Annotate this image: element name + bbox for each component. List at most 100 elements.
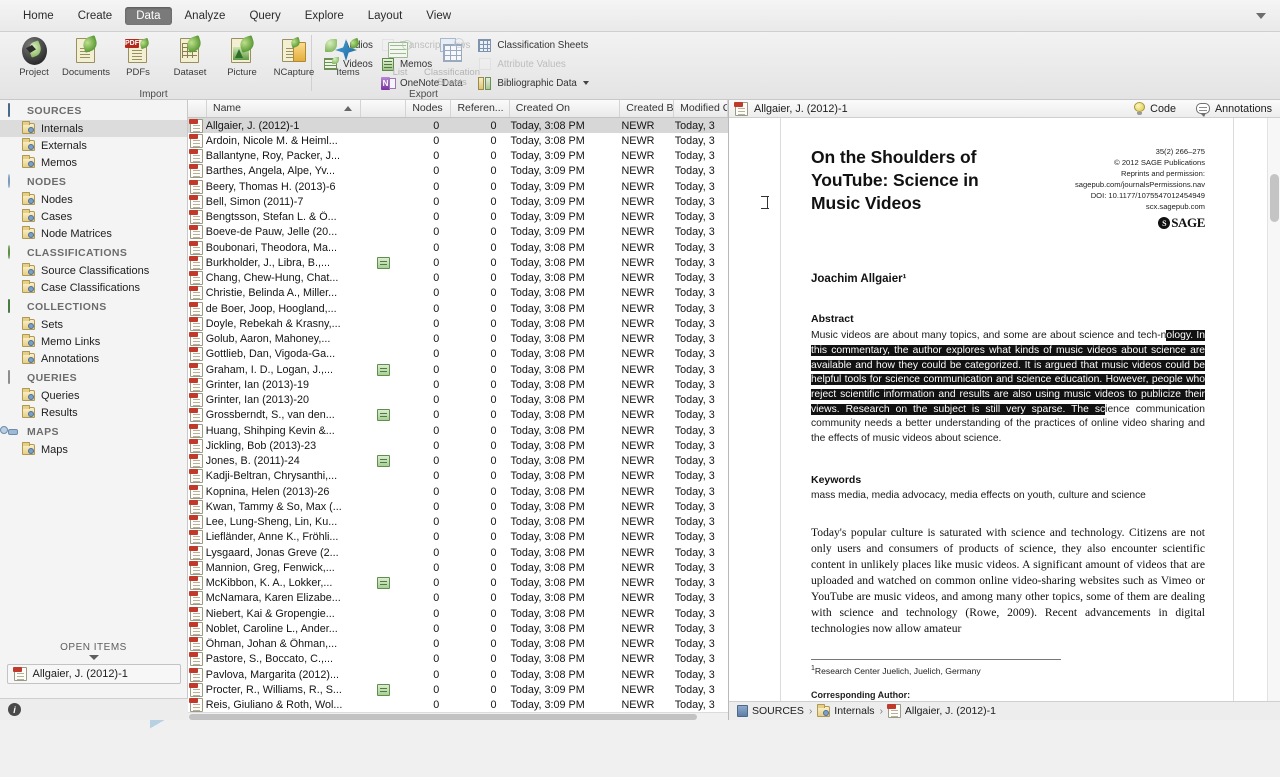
ncapture-button[interactable]: NCapture xyxy=(268,32,320,78)
ribbon-tab-layout[interactable]: Layout xyxy=(357,7,414,25)
sidebar-item-nodes[interactable]: Nodes xyxy=(0,191,187,208)
breadcrumb-item[interactable]: Internals xyxy=(817,703,875,717)
table-row[interactable]: Jickling, Bob (2013)-23 0 0 Today, 3:08 PM N… xyxy=(188,438,728,453)
nav-group-collections[interactable]: COLLECTIONS xyxy=(0,296,187,316)
ribbon-tab-query[interactable]: Query xyxy=(238,7,291,25)
dataset-button[interactable]: Dataset xyxy=(164,32,216,78)
column-header-created-by[interactable]: Created By xyxy=(620,100,675,117)
sidebar-item-annotations[interactable]: Annotations xyxy=(0,350,187,367)
info-icon[interactable]: i xyxy=(8,703,21,716)
table-row[interactable]: de Boer, Joop, Hoogland,... 0 0 Today, 3:08… xyxy=(188,301,728,316)
table-row[interactable]: Niebert, Kai & Gropengie... 0 0 Today, 3:08… xyxy=(188,606,728,621)
column-header-modified-o[interactable]: Modified O xyxy=(674,100,728,117)
table-row[interactable]: Grinter, Ian (2013)-20 0 0 Today, 3:08 PM NE… xyxy=(188,393,728,408)
ribbon-tab-home[interactable]: Home xyxy=(12,7,65,25)
memo-icon[interactable] xyxy=(376,455,390,468)
table-row[interactable]: Procter, R., Williams, R., S... 0 0 Today, … xyxy=(188,682,728,697)
ribbon-tab-explore[interactable]: Explore xyxy=(294,7,355,25)
memo-icon[interactable] xyxy=(376,256,390,269)
table-row[interactable]: Boubonari, Theodora, Ma... 0 0 Today, 3:08 … xyxy=(188,240,728,255)
ribbon-tab-data[interactable]: Data xyxy=(125,6,172,25)
ribbon-tab-view[interactable]: View xyxy=(415,7,462,25)
table-row[interactable]: Ardoin, Nicole M. & Heiml... 0 0 Today, 3:0… xyxy=(188,133,728,148)
sidebar-item-node-matrices[interactable]: Node Matrices xyxy=(0,225,187,242)
list-horizontal-scrollbar[interactable] xyxy=(188,712,728,720)
table-row[interactable]: Doyle, Rebekah & Krasny,... 0 0 Today, 3:08… xyxy=(188,316,728,331)
table-row[interactable]: Allgaier, J. (2012)-1 0 0 Today, 3:08 PM NEW… xyxy=(188,118,728,134)
table-row[interactable]: Chang, Chew-Hung, Chat... 0 0 Today, 3:08 P… xyxy=(188,271,728,286)
table-row[interactable]: Beery, Thomas H. (2013)-6 0 0 Today, 3:09 P… xyxy=(188,179,728,194)
ribbon-tab-analyze[interactable]: Analyze xyxy=(174,7,237,25)
ribbon-tab-create[interactable]: Create xyxy=(67,7,124,25)
table-row[interactable]: Huang, Shihping Kevin &... 0 0 Today, 3:08 … xyxy=(188,423,728,438)
annotations-button[interactable]: Annotations xyxy=(1195,103,1272,117)
sidebar-item-cases[interactable]: Cases xyxy=(0,208,187,225)
table-row[interactable]: Graham, I. D., Logan, J.,... 0 0 Today, 3:0… xyxy=(188,362,728,377)
table-row[interactable]: Bell, Simon (2011)-7 0 0 Today, 3:09 PM NEWR… xyxy=(188,194,728,209)
table-row[interactable]: McNamara, Karen Elizabe... 0 0 Today, 3:08 … xyxy=(188,591,728,606)
memo-icon[interactable] xyxy=(376,363,390,376)
table-row[interactable]: Golub, Aaron, Mahoney,... 0 0 Today, 3:08 P… xyxy=(188,332,728,347)
pdfs-button[interactable]: PDF PDFs xyxy=(112,32,164,78)
sidebar-item-memos[interactable]: Memos xyxy=(0,154,187,171)
table-row[interactable]: Ballantyne, Roy, Packer, J... 0 0 Today, 3:… xyxy=(188,149,728,164)
table-row[interactable]: Pastore, S., Boccato, C.,... 0 0 Today, 3:0… xyxy=(188,652,728,667)
nav-group-queries[interactable]: QUERIES xyxy=(0,367,187,387)
table-row[interactable]: Grinter, Ian (2013)-19 0 0 Today, 3:08 PM NE… xyxy=(188,377,728,392)
breadcrumb-item[interactable]: Allgaier, J. (2012)-1 xyxy=(886,704,996,718)
table-row[interactable]: Lysgaard, Jonas Greve (2... 0 0 Today, 3:08… xyxy=(188,545,728,560)
sidebar-item-externals[interactable]: Externals xyxy=(0,137,187,154)
open-items-chevron-down-icon[interactable] xyxy=(88,655,99,660)
memo-icon[interactable] xyxy=(376,409,390,422)
document-vertical-scrollbar[interactable] xyxy=(1267,118,1280,701)
documents-button[interactable]: Documents xyxy=(60,32,112,78)
table-row[interactable]: Kopnina, Helen (2013)-26 0 0 Today, 3:08 PM… xyxy=(188,484,728,499)
table-row[interactable]: Reis, Giuliano & Roth, Wol... 0 0 Today, 3:… xyxy=(188,698,728,712)
sidebar-item-queries[interactable]: Queries xyxy=(0,387,187,404)
code-button[interactable]: Code xyxy=(1134,102,1176,115)
memo-icon[interactable] xyxy=(376,577,390,590)
sidebar-item-memo-links[interactable]: Memo Links xyxy=(0,333,187,350)
memo-icon[interactable] xyxy=(376,683,390,696)
column-header-name[interactable]: Name xyxy=(207,100,362,117)
table-row[interactable]: Grossberndt, S., van den... 0 0 Today, 3:08… xyxy=(188,408,728,423)
table-row[interactable]: Pavlova, Margarita (2012)... 0 0 Today, 3:0… xyxy=(188,667,728,682)
ribbon-collapse-chevron-down-icon[interactable] xyxy=(1250,7,1272,25)
picture-button[interactable]: Picture xyxy=(216,32,268,78)
scrollbar-thumb[interactable] xyxy=(1270,174,1279,222)
nav-group-maps[interactable]: MAPS xyxy=(0,421,187,441)
sidebar-item-results[interactable]: Results xyxy=(0,404,187,421)
table-row[interactable]: Kwan, Tammy & So, Max (... 0 0 Today, 3:08 … xyxy=(188,499,728,514)
document-page-area[interactable]: On the Shoulders of YouTube: Science in … xyxy=(729,118,1280,701)
column-header-referen[interactable]: Referen... xyxy=(451,100,510,117)
project-button[interactable]: Project xyxy=(8,32,60,78)
column-header-nodes[interactable]: Nodes xyxy=(406,100,452,117)
table-row[interactable]: Liefländer, Anne K., Fröhli... 0 0 Today, 3… xyxy=(188,530,728,545)
document-page[interactable]: On the Shoulders of YouTube: Science in … xyxy=(780,118,1234,701)
table-row[interactable]: Gottlieb, Dan, Vigoda-Ga... 0 0 Today, 3:08… xyxy=(188,347,728,362)
table-row[interactable]: Boeve-de Pauw, Jelle (20... 0 0 Today, 3:09… xyxy=(188,225,728,240)
sidebar-item-internals[interactable]: Internals xyxy=(0,120,187,137)
export-items-button[interactable]: Items xyxy=(322,32,374,78)
sidebar-item-maps[interactable]: Maps xyxy=(0,441,187,458)
column-header-created-on[interactable]: Created On xyxy=(510,100,621,117)
sidebar-item-sets[interactable]: Sets xyxy=(0,316,187,333)
nav-group-nodes[interactable]: NODES xyxy=(0,171,187,191)
table-row[interactable]: Burkholder, J., Libra, B.,... 0 0 Today, 3:… xyxy=(188,255,728,270)
table-row[interactable]: Bengtsson, Stefan L. & Ö... 0 0 Today, 3:09… xyxy=(188,210,728,225)
table-row[interactable]: Christie, Belinda A., Miller... 0 0 Today, … xyxy=(188,286,728,301)
sidebar-item-case-classifications[interactable]: Case Classifications xyxy=(0,279,187,296)
scrollbar-thumb[interactable] xyxy=(189,714,697,720)
table-row[interactable]: Kadji-Beltran, Chrysanthi,... 0 0 Today, 3:… xyxy=(188,469,728,484)
breadcrumb-item[interactable]: SOURCES xyxy=(737,705,804,717)
table-row[interactable]: McKibbon, K. A., Lokker,... 0 0 Today, 3:08… xyxy=(188,576,728,591)
table-row[interactable]: Öhman, Johan & Öhman,... 0 0 Today, 3:08 PM… xyxy=(188,637,728,652)
nav-group-classifications[interactable]: CLASSIFICATIONS xyxy=(0,242,187,262)
table-row[interactable]: Mannion, Greg, Fenwick,... 0 0 Today, 3:08 … xyxy=(188,560,728,575)
table-row[interactable]: Lee, Lung-Sheng, Lin, Ku... 0 0 Today, 3:08… xyxy=(188,515,728,530)
table-row[interactable]: Barthes, Angela, Alpe, Yv... 0 0 Today, 3:0… xyxy=(188,164,728,179)
table-row[interactable]: Jones, B. (2011)-24 0 0 Today, 3:08 PM NEWR T… xyxy=(188,454,728,469)
table-row[interactable]: Noblet, Caroline L., Ander... 0 0 Today, 3:… xyxy=(188,621,728,636)
chevron-down-icon[interactable] xyxy=(582,81,589,85)
open-item-row[interactable]: Allgaier, J. (2012)-1 xyxy=(6,664,181,684)
